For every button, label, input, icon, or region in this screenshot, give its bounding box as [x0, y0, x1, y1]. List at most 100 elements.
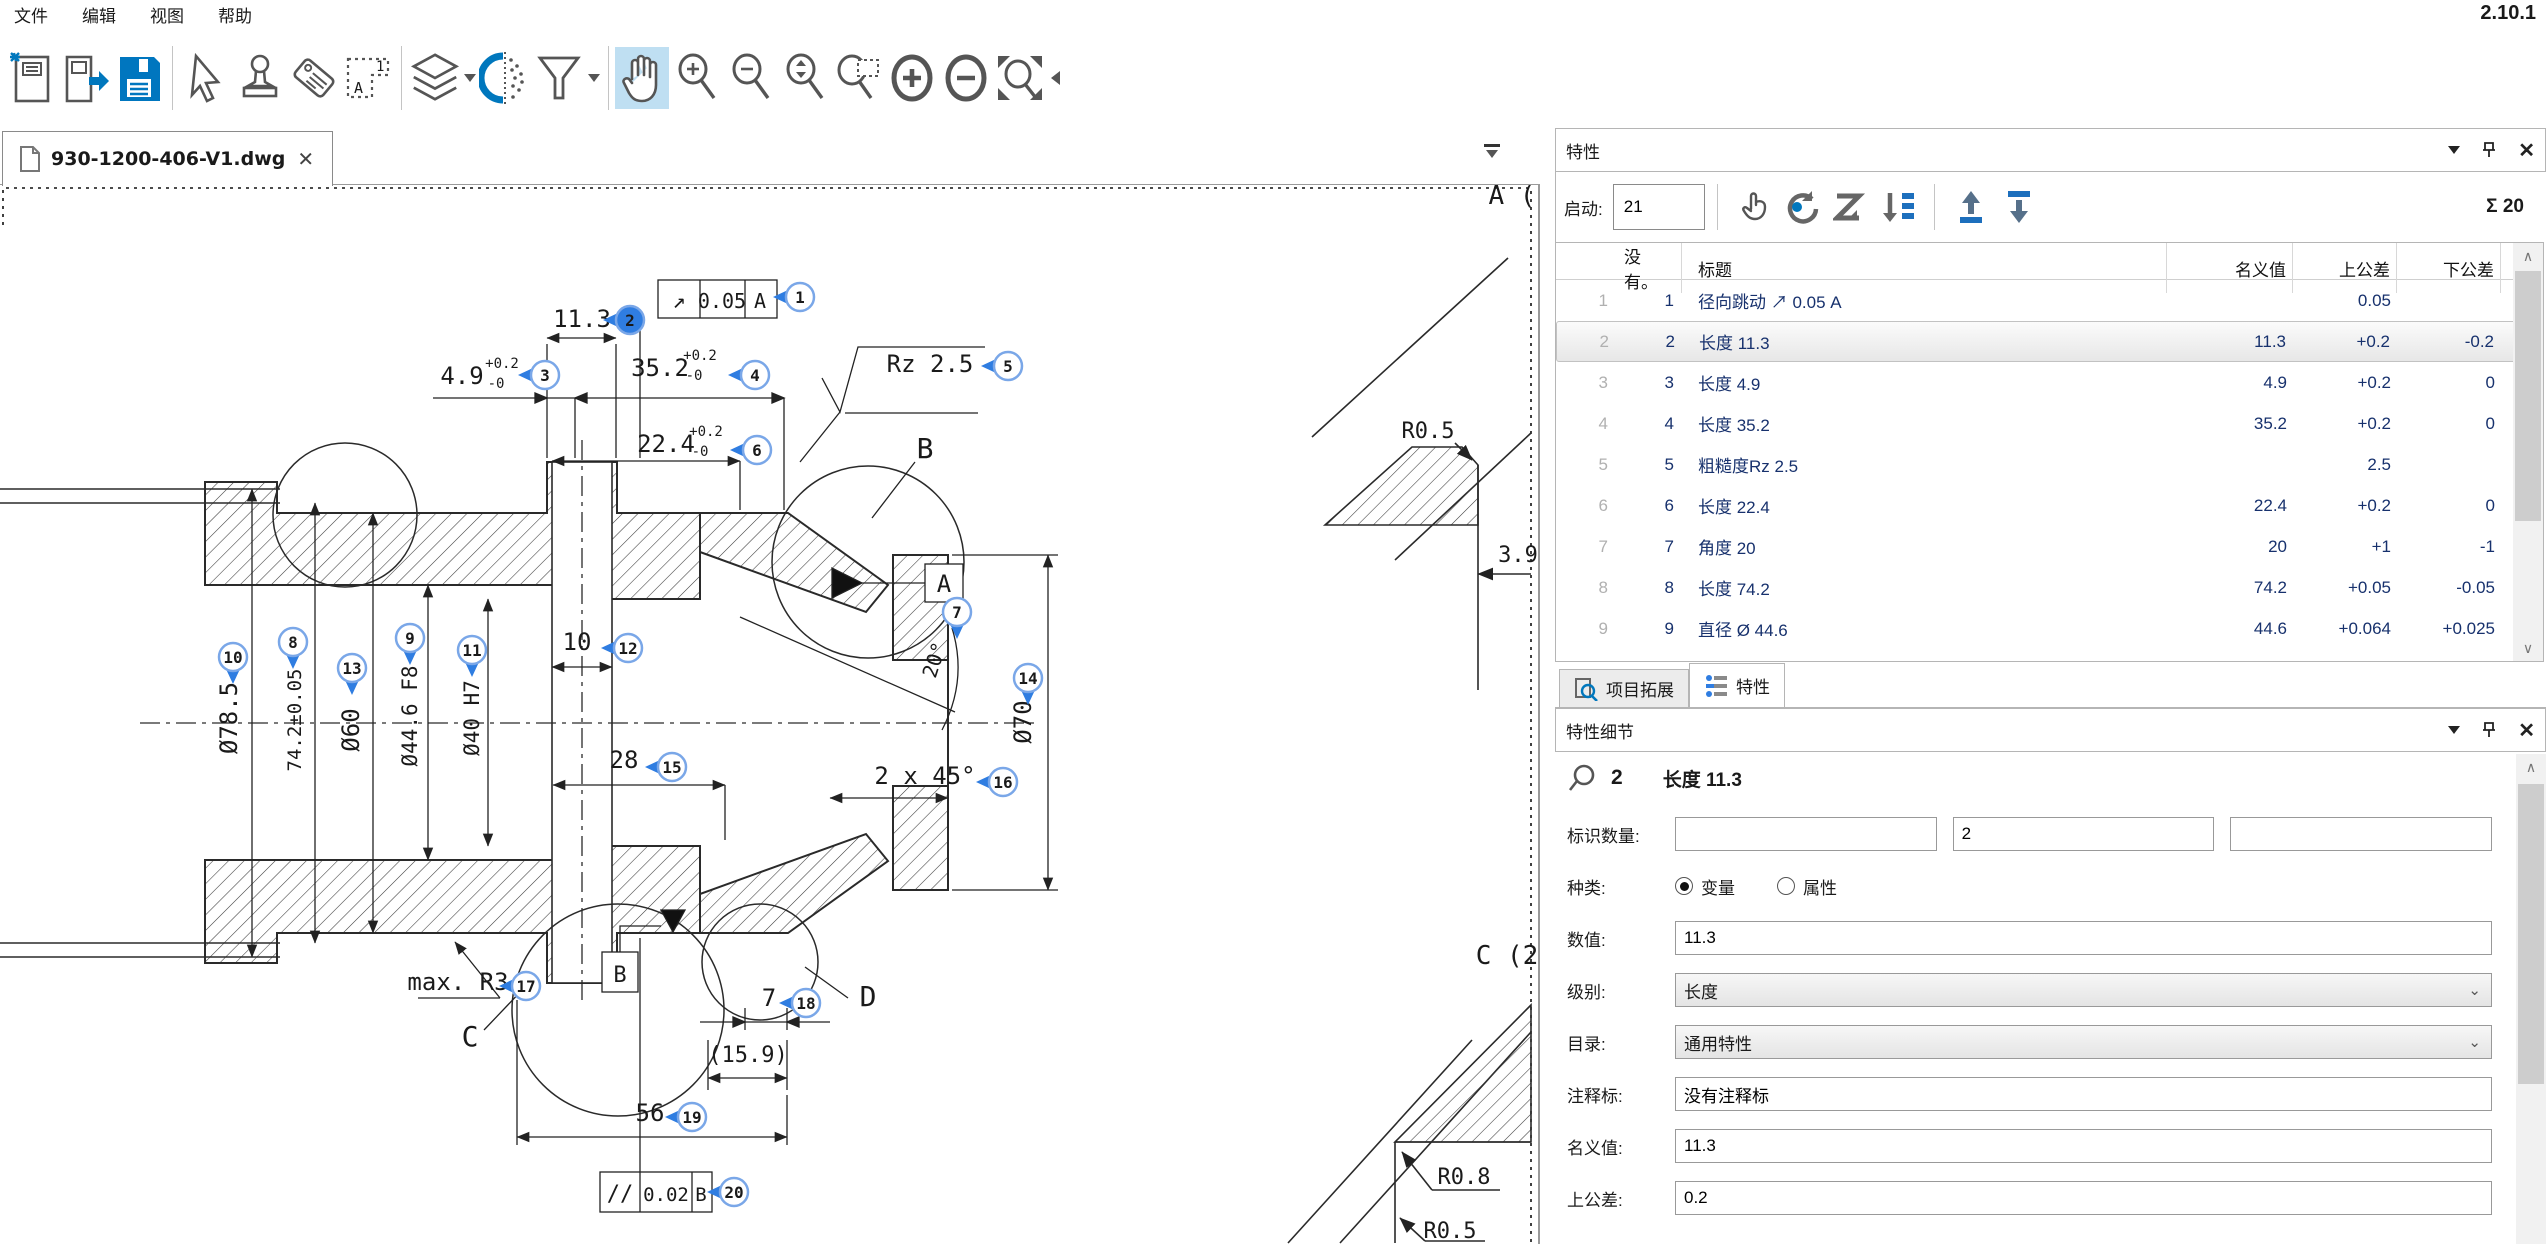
start-input[interactable]	[1613, 184, 1705, 230]
save-button[interactable]	[112, 47, 166, 109]
tag-tool-button[interactable]	[287, 47, 341, 109]
scroll-up-icon[interactable]: ∧	[2516, 754, 2546, 780]
balloon-4[interactable]: 4	[728, 361, 769, 389]
pan-tool-button[interactable]	[615, 47, 669, 109]
layers-button[interactable]	[408, 47, 462, 109]
zoom-window-button[interactable]	[831, 47, 885, 109]
balloon-16[interactable]: 16	[976, 768, 1017, 796]
menu-view[interactable]: 视图	[150, 2, 184, 27]
mirror-view-button[interactable]	[478, 47, 532, 109]
table-row[interactable]: 77角度 2020+1-1	[1556, 526, 2543, 567]
dimension-label: 10	[563, 628, 592, 656]
table-scrollbar[interactable]: ∧ ∨	[2513, 243, 2543, 661]
balloon-14[interactable]: 14	[1014, 664, 1042, 705]
open-document-button[interactable]	[58, 47, 112, 109]
zoom-fit-button[interactable]	[993, 47, 1047, 109]
menu-bar: 文件 编辑 视图 帮助 2.10.1	[0, 0, 2546, 28]
partial-area-tool-button[interactable]: A1	[341, 47, 395, 109]
dimension-label: 28	[610, 746, 639, 774]
tab-properties-label: 特性	[1736, 673, 1770, 698]
dimension-label: C	[462, 1020, 479, 1053]
class-select[interactable]: 长度⌄	[1675, 973, 2492, 1007]
table-row[interactable]: 99直径 Ø 44.644.6+0.064+0.025	[1556, 608, 2543, 649]
id-count-input-3[interactable]	[2230, 817, 2492, 851]
menu-file[interactable]: 文件	[14, 2, 48, 27]
balloon-8[interactable]: 8	[279, 628, 307, 669]
z-order-button[interactable]	[1826, 183, 1874, 231]
tab-properties[interactable]: 特性	[1689, 663, 1785, 707]
note-input[interactable]	[1675, 1077, 2492, 1111]
col-title[interactable]: 标题	[1682, 243, 2167, 293]
value-input[interactable]	[1675, 921, 2492, 955]
balloon-6[interactable]: 6	[730, 436, 771, 464]
zoom-dynamic-button[interactable]	[777, 47, 831, 109]
hand-pointer-button[interactable]	[1730, 183, 1778, 231]
details-scrollbar[interactable]: ∧	[2516, 754, 2546, 1244]
zoom-in-button[interactable]	[669, 47, 723, 109]
rotate-button[interactable]	[1778, 183, 1826, 231]
menu-help[interactable]: 帮助	[218, 2, 252, 27]
table-row-selected[interactable]: 22长度 11.311.3+0.2-0.2	[1556, 321, 2543, 362]
table-row[interactable]: 66长度 22.422.4+0.20	[1556, 485, 2543, 526]
id-count-input-2[interactable]	[1953, 817, 2215, 851]
balloon-1[interactable]: 1	[773, 283, 814, 311]
catalog-select[interactable]: 通用特性⌄	[1675, 1025, 2492, 1059]
upper-tolerance-input[interactable]	[1675, 1181, 2492, 1215]
balloon-20[interactable]: 20	[707, 1178, 748, 1206]
increase-button[interactable]	[885, 47, 939, 109]
panel-collapse-icon[interactable]	[2448, 146, 2460, 154]
stamp-tool-button[interactable]	[233, 47, 287, 109]
radio-variable[interactable]: 变量	[1675, 874, 1735, 899]
tab-close-icon[interactable]: ✕	[295, 147, 316, 172]
dimension-label: 0.02	[643, 1184, 689, 1206]
panel-pin-icon[interactable]	[2482, 142, 2496, 158]
toolbar-collapse-button[interactable]	[1047, 47, 1063, 109]
nominal-input[interactable]	[1675, 1129, 2492, 1163]
balloon-10[interactable]: 10	[219, 643, 247, 684]
sort-list-button[interactable]	[1874, 183, 1922, 231]
dimension-label: 22.4	[637, 430, 695, 458]
move-bottom-button[interactable]	[1995, 183, 2043, 231]
dimension-label: Ø70	[1009, 700, 1037, 743]
table-row[interactable]: 44长度 35.235.2+0.20	[1556, 403, 2543, 444]
radio-attribute[interactable]: 属性	[1777, 874, 1837, 899]
balloon-15[interactable]: 15	[645, 753, 686, 781]
menu-edit[interactable]: 编辑	[82, 2, 116, 27]
col-lower[interactable]: 下公差	[2397, 243, 2501, 293]
details-close-icon[interactable]: ✕	[2518, 718, 2535, 743]
select-tool-button[interactable]	[179, 47, 233, 109]
balloon-11[interactable]: 11	[458, 636, 486, 677]
details-pin-icon[interactable]	[2482, 722, 2496, 738]
decrease-button[interactable]	[939, 47, 993, 109]
table-row[interactable]: 88长度 74.274.2+0.05-0.05	[1556, 567, 2543, 608]
dimension-label: Rz 2.5	[887, 350, 974, 378]
balloon-19[interactable]: 19	[665, 1103, 706, 1131]
filter-dropdown[interactable]	[586, 47, 602, 109]
new-document-button[interactable]	[4, 47, 58, 109]
balloon-3[interactable]: 3	[518, 361, 559, 389]
col-no[interactable]: 没有。	[1620, 243, 1682, 293]
col-nominal[interactable]: 名义值	[2167, 243, 2293, 293]
layers-dropdown[interactable]	[462, 47, 478, 109]
move-top-button[interactable]	[1947, 183, 1995, 231]
details-collapse-icon[interactable]	[2448, 726, 2460, 734]
start-label: 启动:	[1564, 195, 1603, 220]
table-row[interactable]: 33长度 4.94.9+0.20	[1556, 362, 2543, 403]
svg-text:4: 4	[750, 366, 760, 385]
col-upper[interactable]: 上公差	[2293, 243, 2397, 293]
drawing-canvas[interactable]: 11.34.9+0.2-035.2+0.2-022.4+0.2-0Rz 2.5↗…	[0, 185, 1540, 1244]
filter-button[interactable]	[532, 47, 586, 109]
balloon-9[interactable]: 9	[396, 624, 424, 665]
balloon-18[interactable]: 18	[779, 989, 820, 1017]
panel-close-icon[interactable]: ✕	[2518, 138, 2535, 163]
document-tab[interactable]: 930-1200-406-V1.dwg ✕	[2, 131, 333, 186]
id-count-input-1[interactable]	[1675, 817, 1937, 851]
zoom-out-button[interactable]	[723, 47, 777, 109]
tab-list-button[interactable]	[1484, 144, 1500, 158]
table-row[interactable]: 55粗糙度Rz 2.52.5	[1556, 444, 2543, 485]
tab-project-expand[interactable]: 项目拓展	[1559, 669, 1689, 707]
balloon-13[interactable]: 13	[338, 654, 366, 695]
scroll-down-icon[interactable]: ∨	[2513, 635, 2543, 661]
scroll-up-icon[interactable]: ∧	[2513, 243, 2543, 269]
balloon-5[interactable]: 5	[981, 352, 1022, 380]
